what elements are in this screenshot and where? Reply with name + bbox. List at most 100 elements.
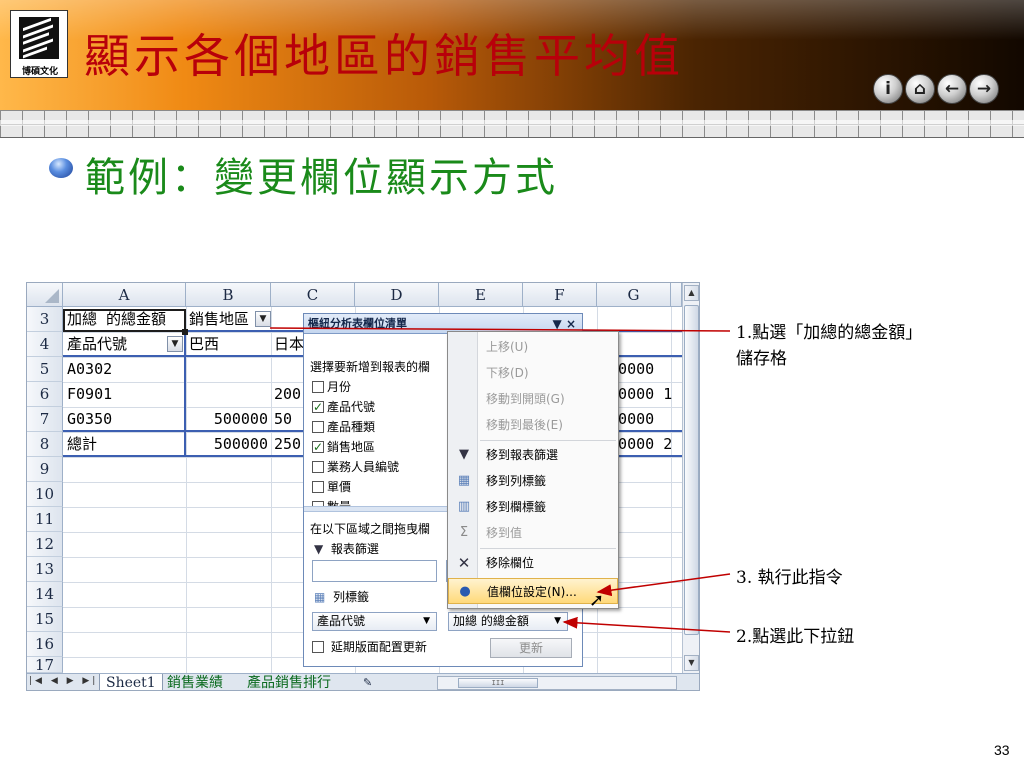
menu-separator (480, 440, 616, 441)
field-checkbox-unit-price[interactable]: 單價 (312, 478, 351, 496)
columns-icon: ▥ (457, 499, 471, 514)
row-header[interactable]: 15 (27, 607, 63, 632)
cell-b7[interactable]: 500000 (186, 407, 271, 432)
publisher-logo: 博碩文化 (10, 10, 68, 78)
row-header[interactable]: 13 (27, 557, 63, 582)
cell-b3[interactable]: 銷售地區 (186, 307, 254, 332)
row-labels-area-label: ▦ 列標籤 (314, 590, 369, 604)
forward-arrow-icon[interactable]: → (969, 74, 999, 104)
row-labels-icon: ▦ (314, 590, 326, 604)
report-filter-drop-area[interactable] (312, 560, 437, 582)
row-header[interactable]: 3 (27, 307, 63, 332)
field-checkbox-salesperson-id[interactable]: 業務人員編號 (312, 458, 399, 476)
menu-separator (480, 548, 616, 549)
select-all-corner[interactable] (27, 283, 63, 307)
row-header[interactable]: 14 (27, 582, 63, 607)
bullet-icon (49, 158, 73, 178)
cell-b4[interactable]: 巴西 (186, 332, 271, 357)
info-icon[interactable]: i (873, 74, 903, 104)
row-header[interactable]: 5 (27, 357, 63, 382)
logo-mark (19, 17, 59, 59)
column-header-c[interactable]: C (271, 283, 355, 307)
horizontal-scrollbar[interactable]: III (437, 676, 677, 690)
row-header[interactable]: 16 (27, 632, 63, 657)
cell-a7[interactable]: G0350 (64, 407, 186, 432)
cell-a8[interactable]: 總計 (64, 432, 186, 457)
update-button[interactable]: 更新 (490, 638, 572, 658)
menu-item-move-up[interactable]: 上移(U) (448, 334, 618, 360)
product-filter-dropdown[interactable]: ▼ (167, 336, 183, 352)
mouse-cursor-icon: ➚ (589, 590, 605, 611)
column-header-g[interactable]: G (597, 283, 671, 307)
checkbox-icon (312, 421, 324, 433)
value-field-dropdown-icon[interactable]: ▼ (554, 613, 561, 630)
cell-a6[interactable]: F0901 (64, 382, 186, 407)
field-checkbox-quantity[interactable]: 數量 (312, 498, 351, 506)
back-arrow-icon[interactable]: ← (937, 74, 967, 104)
filter-icon: ▼ (459, 447, 469, 462)
rows-icon: ▦ (457, 473, 471, 488)
row-header[interactable]: 10 (27, 482, 63, 507)
tab-sales-performance[interactable]: 銷售業績 (161, 674, 229, 690)
row-header[interactable]: 17 (27, 657, 63, 673)
tab-scroll-arrows-icon[interactable]: |◀ ◀ ▶ ▶| (29, 676, 98, 686)
insert-sheet-icon[interactable]: ✎ (357, 674, 378, 690)
scroll-down-icon[interactable]: ▼ (684, 655, 699, 671)
defer-layout-update-checkbox[interactable]: 延期版面配置更新 (312, 638, 427, 656)
column-header-f[interactable]: F (523, 283, 597, 307)
menu-item-move-to-row-labels[interactable]: ▦ 移到列標籤 (448, 468, 618, 494)
column-header-b[interactable]: B (186, 283, 271, 307)
menu-item-move-to-beginning[interactable]: 移動到開頭(G) (448, 386, 618, 412)
column-header-a[interactable]: A (63, 283, 186, 307)
row-header[interactable]: 9 (27, 457, 63, 482)
menu-item-move-to-report-filter[interactable]: ▼ 移到報表篩選 (448, 442, 618, 468)
checkbox-icon (312, 641, 324, 653)
tab-product-ranking[interactable]: 產品銷售排行 (241, 674, 337, 690)
page-number: 33 (994, 742, 1010, 758)
field-checkbox-month[interactable]: 月份 (312, 378, 351, 396)
value-field-sum-amount[interactable]: 加總 的總金額 ▼ (448, 612, 568, 631)
scroll-thumb[interactable] (684, 305, 699, 635)
cell-a5[interactable]: A0302 (64, 357, 186, 382)
sigma-icon: Σ (459, 525, 469, 540)
remove-icon: ✕ (457, 554, 471, 572)
row-field-product-code[interactable]: 產品代號 ▼ (312, 612, 437, 631)
grid-strip-highlight (0, 120, 1024, 126)
menu-item-move-to-values[interactable]: Σ 移到值 (448, 520, 618, 546)
scroll-up-icon[interactable]: ▲ (684, 285, 699, 301)
row-header[interactable]: 4 (27, 332, 63, 357)
checkbox-checked-icon (312, 438, 324, 456)
row-header[interactable]: 11 (27, 507, 63, 532)
row-header[interactable]: 8 (27, 432, 63, 457)
field-checkbox-product-type[interactable]: 產品種類 (312, 418, 375, 436)
excel-screenshot: A B C D E F G 3 4 5 6 7 8 9 10 11 12 13 … (26, 282, 700, 691)
column-header-e[interactable]: E (439, 283, 523, 307)
menu-item-remove-field[interactable]: ✕ 移除欄位 (448, 550, 618, 576)
row-header[interactable]: 12 (27, 532, 63, 557)
annotation-step1-line2: 儲存格 (736, 349, 787, 369)
cell-b8[interactable]: 500000 (186, 432, 271, 457)
slide-subtitle: 範例：變更欄位顯示方式 (85, 155, 558, 201)
checkbox-icon (312, 481, 324, 493)
checkbox-checked-icon (312, 398, 324, 416)
field-checkbox-sales-region[interactable]: 銷售地區 (312, 438, 375, 456)
vertical-scrollbar[interactable]: ▲ ▼ (682, 283, 699, 673)
cell-a4[interactable]: 產品代號 (64, 332, 172, 357)
row-header[interactable]: 7 (27, 407, 63, 432)
home-icon[interactable]: ⌂ (905, 74, 935, 104)
region-filter-dropdown[interactable]: ▼ (255, 311, 271, 327)
column-header-partial (671, 283, 682, 307)
column-header-d[interactable]: D (355, 283, 439, 307)
row-header[interactable]: 6 (27, 382, 63, 407)
tab-sheet1[interactable]: Sheet1 (99, 674, 163, 690)
menu-item-move-to-end[interactable]: 移動到最後(E) (448, 412, 618, 438)
logo-text: 博碩文化 (21, 67, 58, 77)
cell-a3[interactable]: 加總 的總金額 (64, 307, 186, 332)
horizontal-scroll-thumb[interactable]: III (458, 678, 538, 688)
drag-fields-label: 在以下區域之間拖曳欄 (310, 522, 431, 536)
menu-item-move-down[interactable]: 下移(D) (448, 360, 618, 386)
nav-buttons: i ⌂ ← → (873, 74, 999, 106)
checkbox-icon (312, 381, 324, 393)
menu-item-move-to-column-labels[interactable]: ▥ 移到欄標籤 (448, 494, 618, 520)
field-checkbox-product-code[interactable]: 產品代號 (312, 398, 375, 416)
